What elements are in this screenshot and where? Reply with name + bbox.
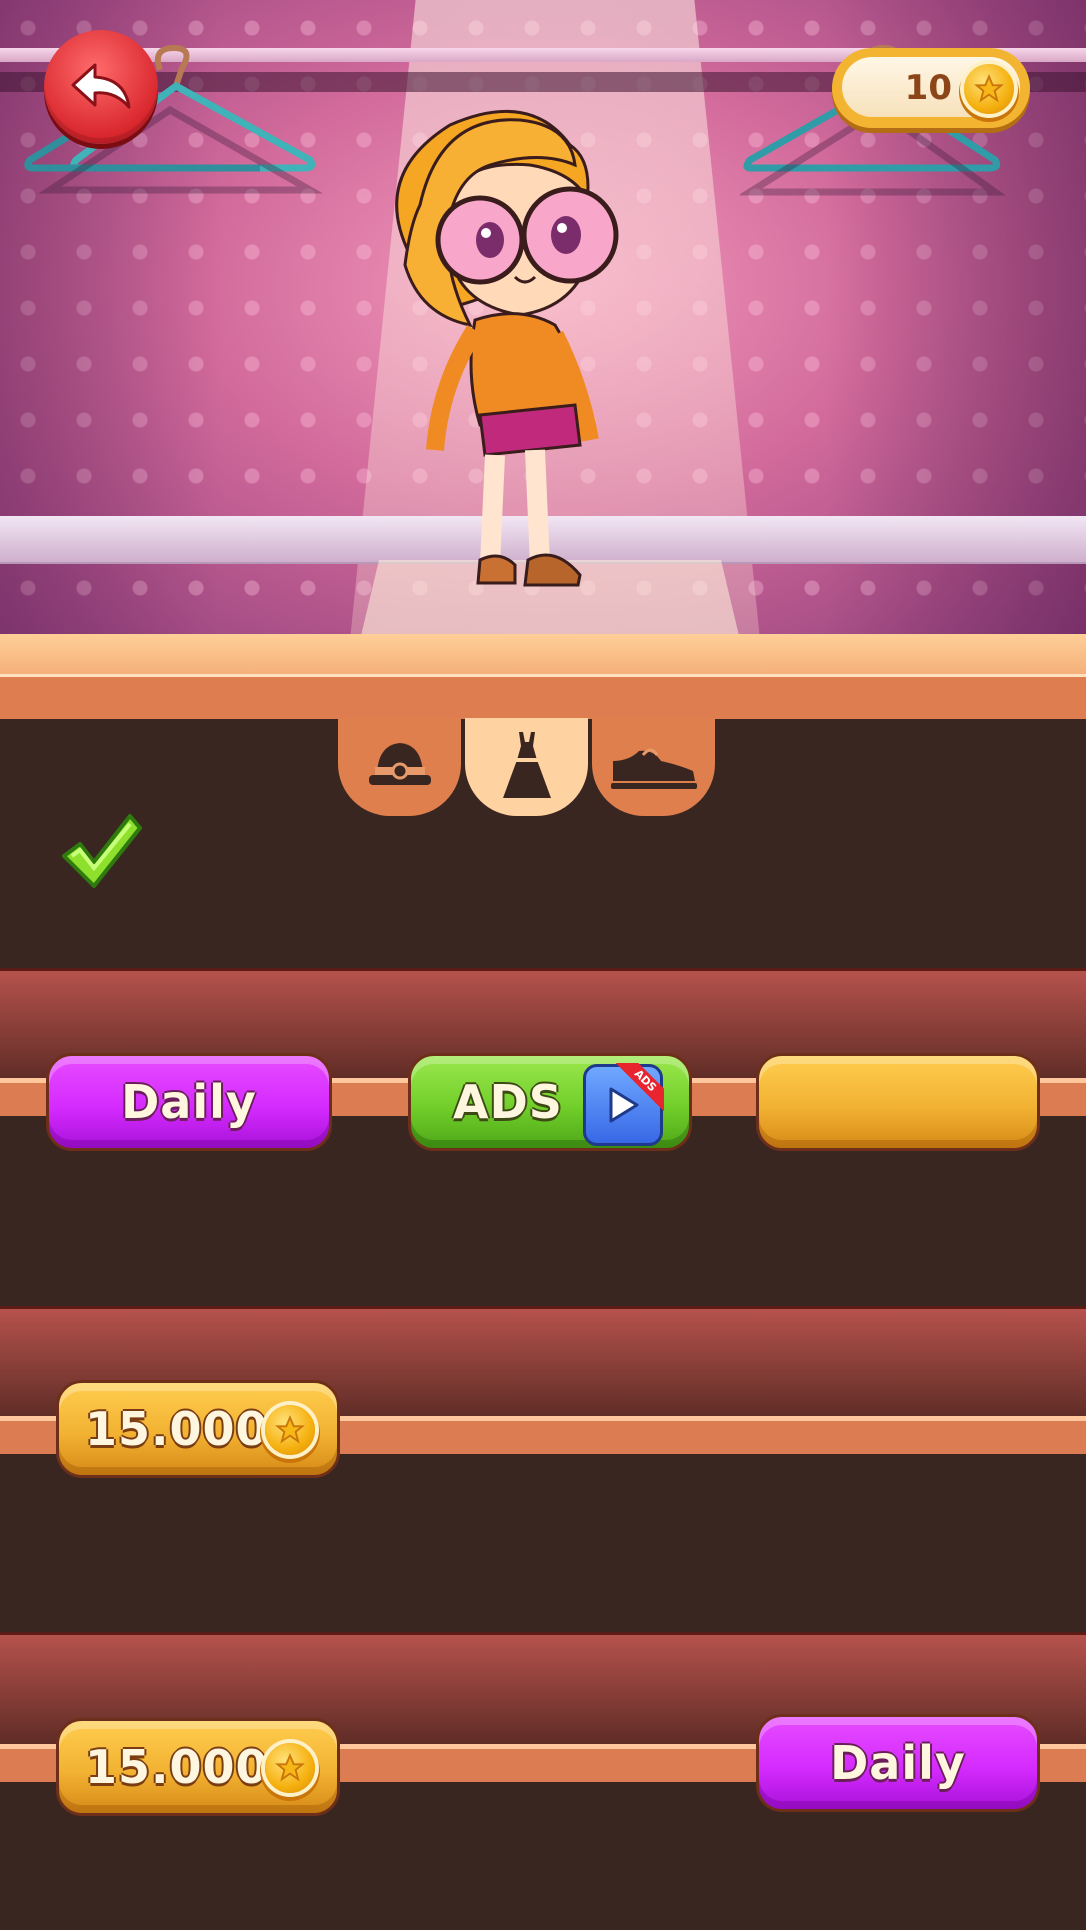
category-tabs <box>338 718 716 816</box>
buy-coins-button[interactable]: 15.000 <box>56 1718 340 1816</box>
daily-button-label: Daily <box>121 1075 257 1129</box>
ads-ribbon: ADS <box>616 1063 664 1111</box>
character-avatar <box>395 109 619 587</box>
coin-count: 10 <box>904 68 952 108</box>
daily-button[interactable]: Daily <box>46 1053 332 1151</box>
dressing-stage: 10 <box>0 0 1086 640</box>
coin-icon <box>964 64 1014 114</box>
star-icon <box>974 74 1004 103</box>
dress-icon <box>502 732 551 798</box>
price-label: 15.000 <box>85 1740 269 1794</box>
star-icon <box>275 1415 305 1444</box>
star-icon <box>275 1753 305 1782</box>
tab-shoes[interactable] <box>592 718 715 816</box>
shelf-lip <box>0 674 1086 719</box>
checkmark-icon <box>62 814 142 888</box>
empty-gold-button[interactable] <box>756 1053 1040 1151</box>
coin-counter: 10 <box>832 48 1030 128</box>
shelf-top <box>0 634 1086 674</box>
back-button[interactable] <box>44 30 158 144</box>
tab-hats[interactable] <box>338 718 461 816</box>
ads-button-label: ADS <box>453 1075 563 1129</box>
price-label: 15.000 <box>85 1402 269 1456</box>
coin-icon <box>265 1405 315 1455</box>
tab-dresses[interactable] <box>465 718 588 816</box>
coin-icon <box>265 1743 315 1793</box>
shoe-icon <box>610 748 697 789</box>
video-play-icon: ADS <box>583 1063 664 1146</box>
back-arrow-icon <box>71 63 131 109</box>
watch-ad-button[interactable]: ADS ADS <box>408 1053 692 1151</box>
hat-icon <box>368 743 431 785</box>
ads-badge: ADS <box>616 1063 664 1111</box>
daily-button[interactable]: Daily <box>756 1714 1040 1812</box>
buy-coins-button[interactable]: 15.000 <box>56 1380 340 1478</box>
daily-button-label: Daily <box>830 1736 966 1790</box>
